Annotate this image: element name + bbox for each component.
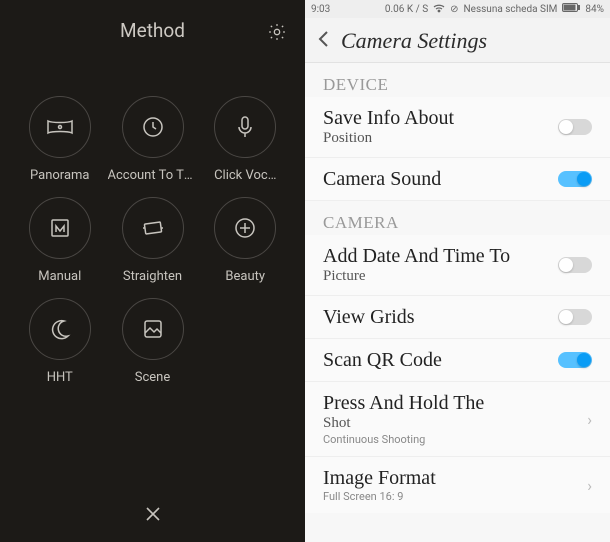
- tile-panorama[interactable]: Panorama: [18, 96, 102, 183]
- section-label-device: DEVICE: [305, 63, 610, 97]
- row-datetime[interactable]: Add Date And Time To Picture: [305, 235, 610, 296]
- section-label-camera: CAMERA: [305, 201, 610, 235]
- setting-title: Save Info About: [323, 107, 454, 129]
- camera-method-panel: Method Panorama Account To The… Click V: [0, 0, 305, 542]
- tile-label: Straighten: [123, 269, 182, 284]
- tile-voice[interactable]: Click Voc…: [204, 96, 288, 183]
- status-right: 0.06 K / S ⊘ Nessuna scheda SIM 84%: [385, 3, 604, 16]
- settings-title: Camera Settings: [341, 28, 487, 54]
- setting-title: Press And Hold The: [323, 392, 484, 414]
- tile-scene[interactable]: Scene: [108, 298, 198, 385]
- close-icon[interactable]: [143, 504, 163, 524]
- tile-label: Click Voc…: [214, 168, 276, 183]
- setting-title: Add Date And Time To: [323, 245, 510, 267]
- row-qr[interactable]: Scan QR Code: [305, 339, 610, 382]
- setting-title: View Grids: [323, 306, 415, 328]
- status-time: 9:03: [311, 4, 330, 15]
- setting-sub: Picture: [323, 268, 510, 285]
- setting-sub: Shot: [323, 415, 484, 432]
- status-sim: Nessuna scheda SIM: [464, 4, 558, 15]
- tile-label: Scene: [135, 370, 171, 385]
- toggle-camera-sound[interactable]: [558, 171, 592, 187]
- chevron-right-icon: ›: [587, 476, 592, 495]
- toggle-grids[interactable]: [558, 309, 592, 325]
- tile-manual[interactable]: Manual: [18, 197, 102, 284]
- chevron-right-icon: ›: [587, 410, 592, 429]
- setting-title: Image Format: [323, 467, 436, 489]
- setting-title: Camera Sound: [323, 168, 441, 190]
- settings-header: Camera Settings: [305, 18, 610, 63]
- row-grids[interactable]: View Grids: [305, 296, 610, 339]
- method-header: Method: [0, 0, 305, 60]
- scene-icon: [122, 298, 184, 360]
- tile-beauty[interactable]: Beauty: [204, 197, 288, 284]
- timer-icon: [122, 96, 184, 158]
- wifi-icon: [433, 3, 445, 16]
- sim-icon: ⊘: [450, 4, 458, 15]
- row-press-hold[interactable]: Press And Hold The Shot Continuous Shoot…: [305, 382, 610, 457]
- moon-icon: [29, 298, 91, 360]
- manual-icon: [29, 197, 91, 259]
- mic-icon: [214, 96, 276, 158]
- row-image-format[interactable]: Image Format Full Screen 16: 9 ›: [305, 457, 610, 513]
- toggle-save-position[interactable]: [558, 119, 592, 135]
- back-icon[interactable]: [317, 30, 331, 52]
- panorama-icon: [29, 96, 91, 158]
- settings-list[interactable]: DEVICE Save Info About Position Camera S…: [305, 63, 610, 542]
- tile-label: Account To The…: [108, 168, 198, 183]
- gear-icon[interactable]: [267, 22, 287, 46]
- close-row: [0, 504, 305, 524]
- toggle-qr[interactable]: [558, 352, 592, 368]
- setting-desc: Full Screen 16: 9: [323, 490, 436, 503]
- camera-settings-panel: 9:03 0.06 K / S ⊘ Nessuna scheda SIM 84%…: [305, 0, 610, 542]
- status-bar: 9:03 0.06 K / S ⊘ Nessuna scheda SIM 84%: [305, 0, 610, 18]
- status-battery: 84%: [585, 4, 604, 15]
- setting-text: Add Date And Time To Picture: [323, 245, 510, 285]
- straighten-icon: [122, 197, 184, 259]
- method-title: Method: [120, 19, 185, 42]
- tile-hht[interactable]: HHT: [18, 298, 102, 385]
- tile-label: HHT: [47, 370, 73, 385]
- setting-title: Scan QR Code: [323, 349, 442, 371]
- tile-timer[interactable]: Account To The…: [108, 96, 198, 183]
- battery-icon: [562, 3, 580, 15]
- tile-straighten[interactable]: Straighten: [108, 197, 198, 284]
- tile-label: Beauty: [225, 269, 265, 284]
- tile-label: Manual: [38, 269, 81, 284]
- setting-text: Save Info About Position: [323, 107, 454, 147]
- row-save-position[interactable]: Save Info About Position: [305, 97, 610, 158]
- setting-text: Scan QR Code: [323, 349, 442, 371]
- setting-text: Image Format Full Screen 16: 9: [323, 467, 436, 503]
- setting-text: View Grids: [323, 306, 415, 328]
- setting-text: Camera Sound: [323, 168, 441, 190]
- toggle-datetime[interactable]: [558, 257, 592, 273]
- beauty-icon: [214, 197, 276, 259]
- setting-sub: Position: [323, 130, 454, 147]
- setting-text: Press And Hold The Shot Continuous Shoot…: [323, 392, 484, 446]
- setting-desc: Continuous Shooting: [323, 433, 484, 446]
- method-grid: Panorama Account To The… Click Voc… Manu…: [0, 60, 305, 385]
- tile-label: Panorama: [30, 168, 90, 183]
- status-speed: 0.06 K / S: [385, 4, 428, 15]
- row-camera-sound[interactable]: Camera Sound: [305, 158, 610, 201]
